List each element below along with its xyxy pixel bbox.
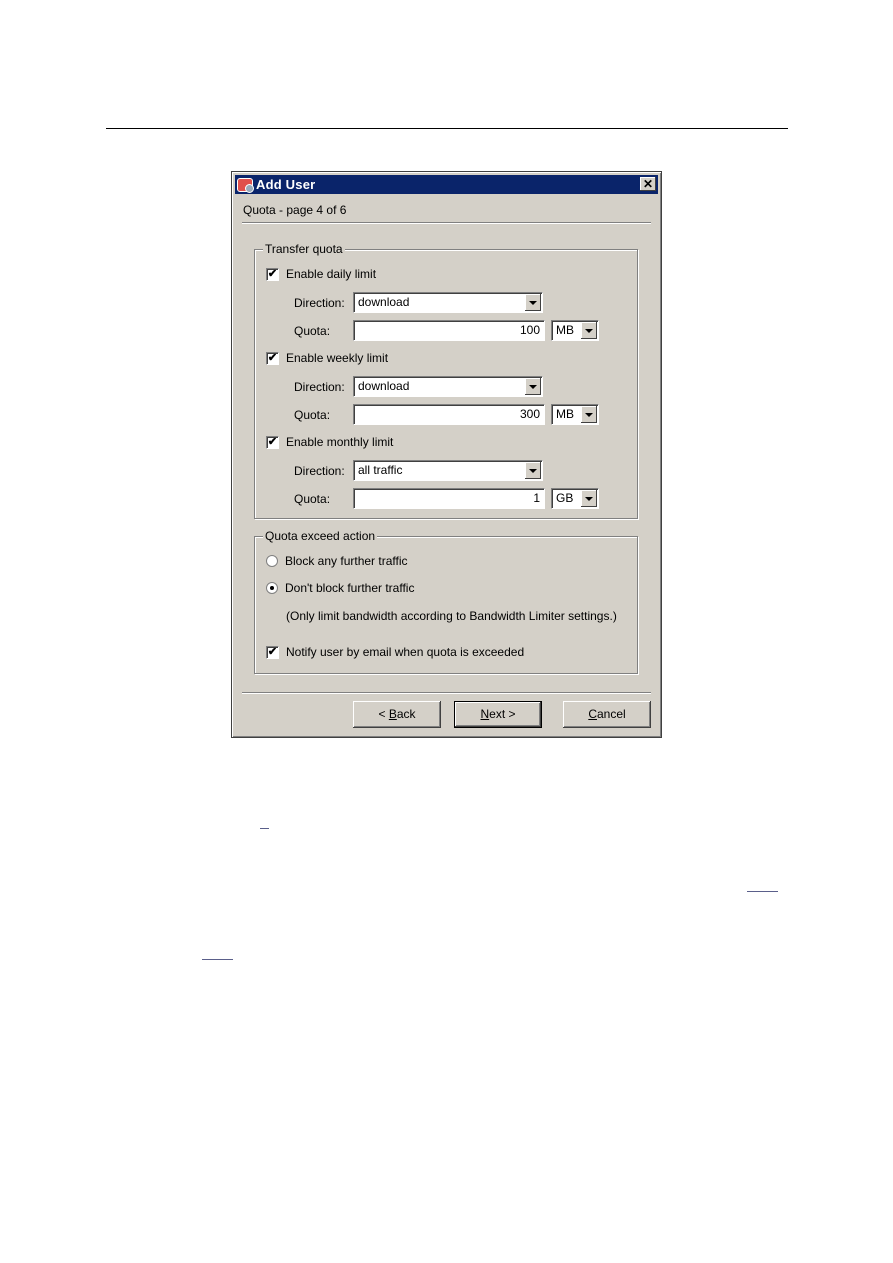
- back-button[interactable]: < Back: [353, 701, 441, 728]
- page-header-rule: [106, 128, 788, 129]
- chevron-down-icon[interactable]: [525, 462, 541, 479]
- weekly-quota-label: Quota:: [294, 408, 331, 422]
- radio-unselected-icon: [266, 555, 278, 567]
- close-button[interactable]: ✕: [640, 177, 656, 191]
- monthly-limit-label: Enable monthly limit: [286, 435, 394, 449]
- back-prefix: <: [378, 707, 389, 721]
- chevron-down-icon[interactable]: [581, 406, 597, 423]
- daily-direction-label: Direction:: [294, 296, 345, 310]
- chevron-down-icon[interactable]: [581, 490, 597, 507]
- monthly-limit-checkbox[interactable]: ✔ Enable monthly limit: [266, 435, 393, 449]
- monthly-quota-label: Quota:: [294, 492, 331, 506]
- next-accel: N: [480, 707, 490, 721]
- daily-limit-checkbox[interactable]: ✔ Enable daily limit: [266, 267, 376, 281]
- weekly-direction-value: download: [358, 379, 410, 393]
- weekly-quota-input[interactable]: 300: [353, 404, 545, 425]
- monthly-quota-input[interactable]: 1: [353, 488, 545, 509]
- weekly-limit-label: Enable weekly limit: [286, 351, 389, 365]
- cancel-button[interactable]: Cancel: [563, 701, 651, 728]
- daily-unit-value: MB: [556, 323, 574, 337]
- back-rest: ack: [396, 707, 416, 721]
- cancel-accel: C: [588, 707, 597, 721]
- chevron-down-icon[interactable]: [581, 322, 597, 339]
- weekly-direction-label: Direction:: [294, 380, 345, 394]
- next-rest: ext >: [489, 707, 516, 721]
- bandwidth-note: (Only limit bandwidth according to Bandw…: [286, 609, 617, 623]
- close-icon: ✕: [642, 177, 654, 191]
- checkbox-checked-icon: ✔: [266, 267, 279, 281]
- cancel-rest: ancel: [596, 707, 626, 721]
- footer-separator: [242, 692, 651, 694]
- weekly-direction-select[interactable]: download: [353, 376, 543, 397]
- transfer-quota-legend: Transfer quota: [263, 242, 345, 256]
- monthly-direction-value: all traffic: [358, 463, 403, 477]
- notify-email-checkbox[interactable]: ✔ Notify user by email when quota is exc…: [266, 645, 524, 659]
- title-bar[interactable]: Add User ✕: [235, 175, 658, 194]
- dont-block-traffic-label: Don't block further traffic: [285, 581, 415, 595]
- radio-selected-icon: [266, 582, 278, 594]
- page-subtitle: Quota - page 4 of 6: [243, 203, 347, 217]
- add-user-dialog: Add User ✕ Quota - page 4 of 6 Transfer …: [231, 171, 662, 738]
- link-underline: [202, 959, 233, 960]
- quota-exceed-action-group: Quota exceed action Block any further tr…: [254, 529, 638, 674]
- notify-email-label: Notify user by email when quota is excee…: [286, 645, 525, 659]
- block-traffic-radio[interactable]: Block any further traffic: [266, 554, 408, 568]
- daily-limit-label: Enable daily limit: [286, 267, 377, 281]
- daily-unit-select[interactable]: MB: [551, 320, 599, 341]
- weekly-unit-value: MB: [556, 407, 574, 421]
- next-button[interactable]: Next >: [454, 701, 542, 728]
- monthly-unit-select[interactable]: GB: [551, 488, 599, 509]
- daily-quota-input[interactable]: 100: [353, 320, 545, 341]
- checkbox-checked-icon: ✔: [266, 645, 279, 659]
- monthly-direction-label: Direction:: [294, 464, 345, 478]
- monthly-direction-select[interactable]: all traffic: [353, 460, 543, 481]
- daily-direction-value: download: [358, 295, 410, 309]
- daily-direction-select[interactable]: download: [353, 292, 543, 313]
- dont-block-traffic-radio[interactable]: Don't block further traffic: [266, 581, 414, 595]
- daily-quota-label: Quota:: [294, 324, 331, 338]
- link-underline: [260, 828, 269, 829]
- header-separator: [242, 222, 651, 224]
- quota-exceed-legend: Quota exceed action: [263, 529, 378, 543]
- checkbox-checked-icon: ✔: [266, 435, 279, 449]
- transfer-quota-group: Transfer quota ✔ Enable daily limit Dire…: [254, 242, 638, 519]
- checkbox-checked-icon: ✔: [266, 351, 279, 365]
- monthly-unit-value: GB: [556, 491, 574, 505]
- dialog-title: Add User: [256, 177, 316, 192]
- weekly-limit-checkbox[interactable]: ✔ Enable weekly limit: [266, 351, 388, 365]
- chevron-down-icon[interactable]: [525, 378, 541, 395]
- chevron-down-icon[interactable]: [525, 294, 541, 311]
- block-traffic-label: Block any further traffic: [285, 554, 408, 568]
- link-underline: [747, 891, 778, 892]
- app-icon: [237, 177, 254, 193]
- weekly-unit-select[interactable]: MB: [551, 404, 599, 425]
- back-accel: B: [388, 707, 397, 721]
